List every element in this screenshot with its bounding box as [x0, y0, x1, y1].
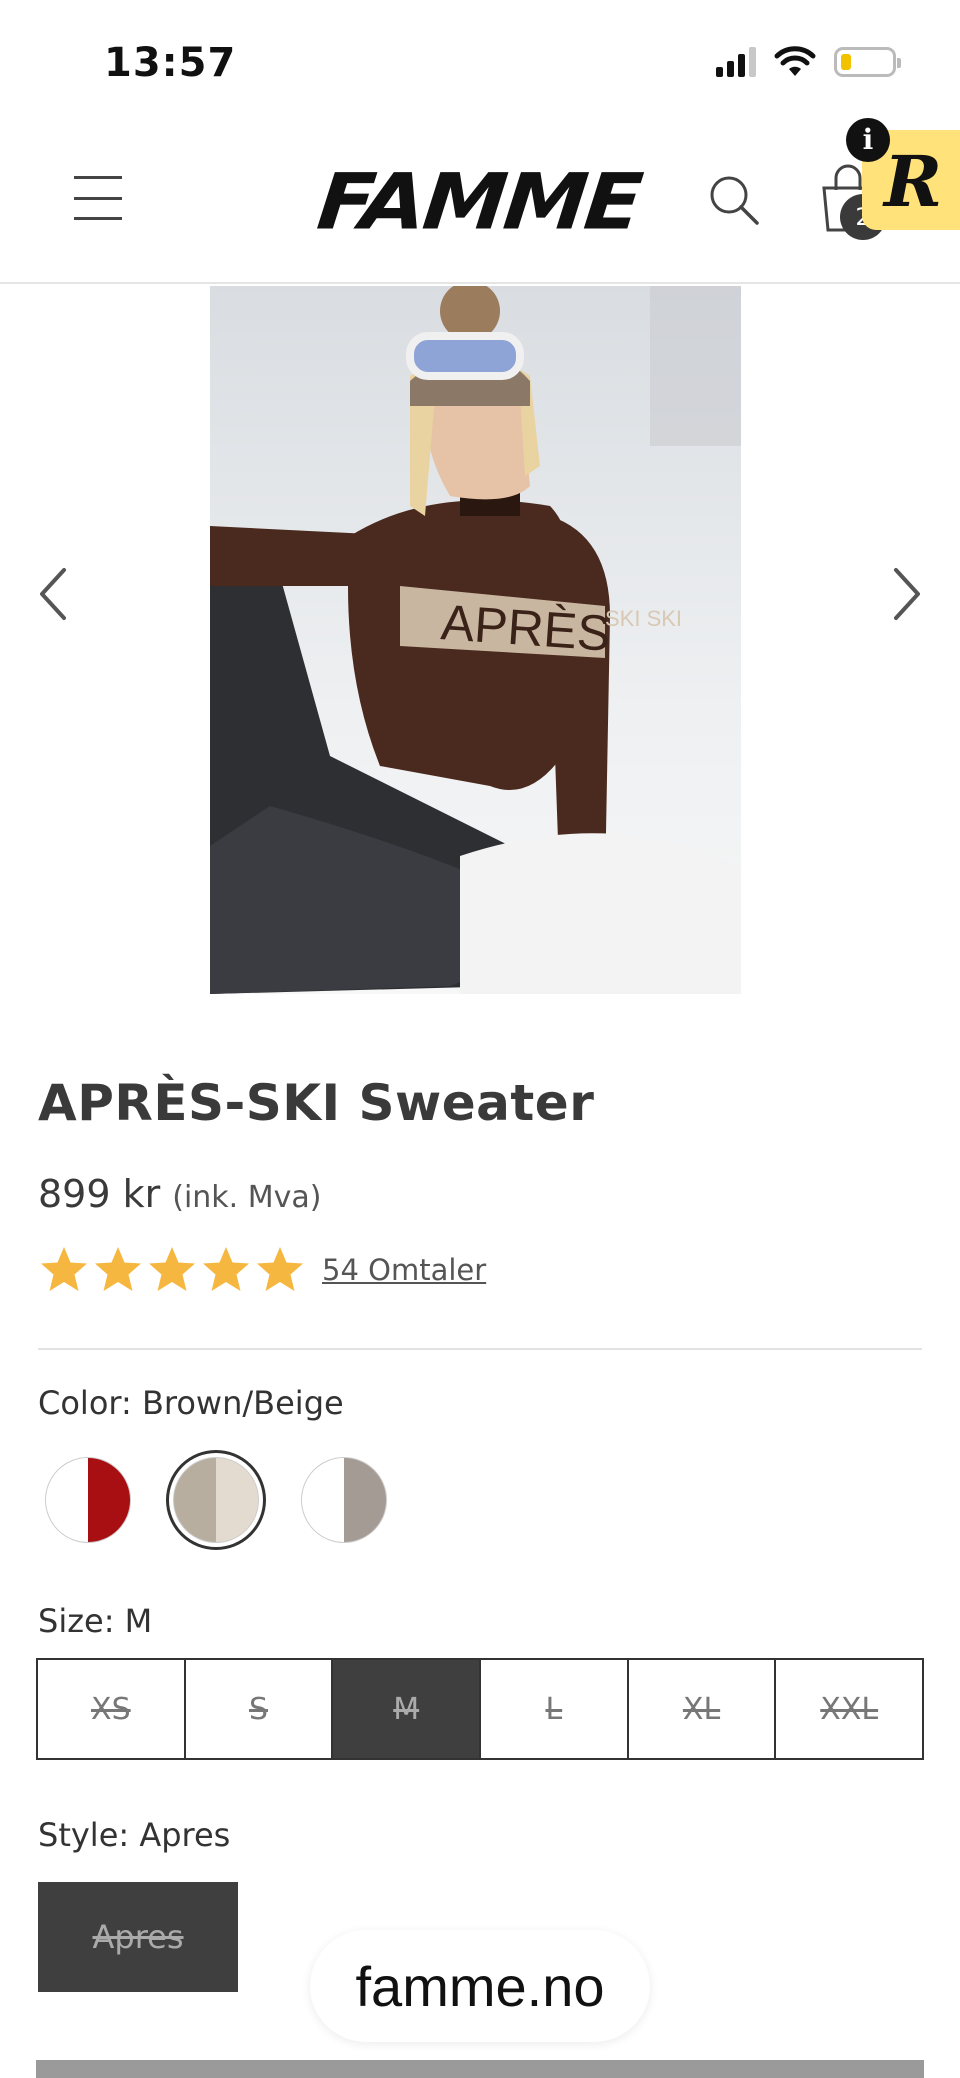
size-option-s[interactable]: S [185, 1660, 334, 1758]
sleeve-print-text: SKI SKI [605, 606, 682, 631]
star-icon [41, 1247, 87, 1291]
color-swatches [38, 1450, 394, 1550]
size-selector: XS S M L XL XXL [36, 1658, 924, 1760]
color-swatch-grey-white[interactable] [294, 1450, 394, 1550]
product-photo-illustration: APRÈS SKI SKI [210, 286, 741, 994]
color-swatch-fill [45, 1457, 131, 1543]
status-time: 13:57 [104, 40, 237, 86]
price-row: 899 kr (ink. Mva) [38, 1172, 321, 1216]
size-option-xs[interactable]: XS [38, 1660, 186, 1758]
star-icon [203, 1247, 249, 1291]
color-swatch-fill [301, 1457, 387, 1543]
site-header: FAMME 2 R i [0, 118, 960, 284]
info-icon[interactable]: i [846, 118, 890, 162]
size-option-xl[interactable]: XL [628, 1660, 777, 1758]
product-title: APRÈS-SKI Sweater [38, 1074, 595, 1132]
rating-row: 54 Omtaler [38, 1244, 486, 1296]
divider [38, 1348, 922, 1350]
cellular-signal-icon [716, 47, 756, 77]
reviewer-badge-letter: R [884, 140, 943, 223]
battery-icon [834, 47, 901, 77]
star-icon [95, 1247, 141, 1291]
next-image-arrow-icon[interactable] [886, 564, 926, 624]
search-icon[interactable] [708, 174, 760, 226]
hamburger-menu-icon[interactable] [74, 176, 122, 220]
star-rating [38, 1244, 306, 1296]
size-option-xxl[interactable]: XXL [776, 1660, 923, 1758]
status-bar: 13:57 [0, 0, 960, 120]
product-price: 899 kr [38, 1172, 161, 1216]
color-swatch-fill [173, 1457, 259, 1543]
site-domain-pill: famme.no [310, 1930, 650, 2042]
add-to-cart-bar-edge[interactable] [36, 2060, 924, 2078]
sweater-print-text: APRÈS [439, 594, 612, 662]
product-image[interactable]: APRÈS SKI SKI [210, 286, 741, 994]
previous-image-arrow-icon[interactable] [34, 564, 74, 624]
product-gallery: APRÈS SKI SKI [0, 286, 960, 996]
style-label: Style: Apres [38, 1816, 231, 1854]
status-icons [716, 46, 901, 78]
size-option-m[interactable]: M [333, 1660, 482, 1758]
reviews-link[interactable]: 54 Omtaler [322, 1253, 486, 1287]
price-tax-note: (ink. Mva) [172, 1180, 322, 1215]
star-icon [149, 1247, 195, 1291]
star-icon [257, 1247, 303, 1291]
style-option-button[interactable]: Apres [38, 1882, 238, 1992]
size-option-l[interactable]: L [481, 1660, 629, 1758]
color-label: Color: Brown/Beige [38, 1384, 344, 1422]
size-label: Size: M [38, 1602, 153, 1640]
wifi-icon [774, 46, 816, 76]
famme-logo[interactable]: FAMME [313, 157, 644, 247]
color-swatch-brown-beige[interactable] [166, 1450, 266, 1550]
color-swatch-red-white[interactable] [38, 1450, 138, 1550]
